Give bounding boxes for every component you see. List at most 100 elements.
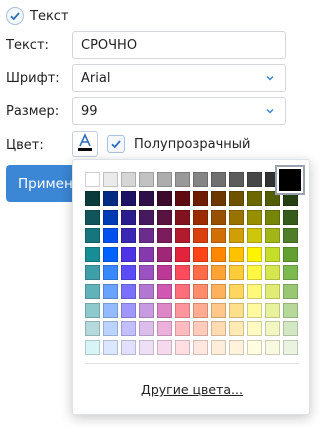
color-swatch[interactable] [175,246,190,262]
color-swatch[interactable] [175,284,190,299]
color-swatch[interactable] [85,339,100,355]
color-swatch[interactable] [193,265,208,281]
color-swatch[interactable] [229,302,244,318]
color-swatch[interactable] [157,284,172,299]
color-swatch[interactable] [85,191,100,206]
color-swatch[interactable] [103,172,118,187]
color-swatch[interactable] [229,172,244,187]
color-swatch[interactable] [139,302,154,318]
color-swatch[interactable] [157,228,172,244]
color-swatch[interactable] [247,209,262,225]
color-swatch[interactable] [121,228,136,244]
color-swatch[interactable] [85,284,100,299]
text-toggle[interactable]: Текст [6,7,69,25]
color-swatch[interactable] [139,339,154,355]
color-swatch[interactable] [175,172,190,187]
color-swatch[interactable] [103,191,118,206]
color-swatch[interactable] [121,284,136,299]
color-swatch[interactable] [157,246,172,262]
color-swatch[interactable] [229,284,244,299]
color-swatch[interactable] [121,302,136,318]
color-swatch[interactable] [247,321,262,337]
color-swatch[interactable] [229,246,244,262]
color-swatch[interactable] [211,284,226,299]
color-swatch[interactable] [211,302,226,318]
color-swatch[interactable] [247,265,262,281]
color-swatch[interactable] [229,191,244,206]
color-swatch[interactable] [103,302,118,318]
color-swatch[interactable] [85,321,100,337]
color-swatch[interactable] [157,209,172,225]
color-swatch[interactable] [211,191,226,206]
color-swatch[interactable] [139,172,154,187]
color-swatch[interactable] [247,302,262,318]
font-select[interactable]: Arial [72,64,286,92]
color-swatch[interactable] [229,228,244,244]
color-swatch[interactable] [121,265,136,281]
color-swatch[interactable] [265,302,280,318]
color-swatch[interactable] [175,209,190,225]
color-swatch[interactable] [211,172,226,187]
color-swatch[interactable] [193,284,208,299]
font-color-button[interactable] [72,131,98,157]
color-swatch[interactable] [265,209,280,225]
color-swatch[interactable] [211,209,226,225]
color-swatch[interactable] [139,246,154,262]
color-swatch[interactable] [193,246,208,262]
color-swatch[interactable] [283,265,298,281]
color-swatch[interactable] [103,246,118,262]
color-swatch[interactable] [85,302,100,318]
color-swatch[interactable] [175,265,190,281]
color-swatch[interactable] [103,321,118,337]
color-swatch[interactable] [121,172,136,187]
color-swatch[interactable] [103,284,118,299]
color-swatch[interactable] [85,228,100,244]
color-swatch[interactable] [283,339,298,355]
color-swatch[interactable] [265,339,280,355]
color-swatch[interactable] [121,339,136,355]
color-swatch[interactable] [139,265,154,281]
color-swatch[interactable] [283,284,298,299]
color-swatch[interactable] [193,209,208,225]
color-swatch[interactable] [157,172,172,187]
color-swatch[interactable] [193,302,208,318]
color-swatch[interactable] [103,339,118,355]
color-swatch[interactable] [193,339,208,355]
color-swatch[interactable] [265,284,280,299]
color-swatch[interactable] [247,191,262,206]
color-swatch[interactable] [211,339,226,355]
color-swatch[interactable] [121,321,136,337]
color-swatch[interactable] [265,265,280,281]
color-swatch[interactable] [247,172,262,187]
more-colors-link[interactable]: Другие цвета... [73,382,311,397]
color-swatch[interactable] [265,228,280,244]
color-swatch[interactable] [211,321,226,337]
color-swatch[interactable] [193,228,208,244]
color-swatch[interactable] [139,228,154,244]
color-swatch[interactable] [193,172,208,187]
color-swatch[interactable] [247,246,262,262]
size-select[interactable]: 99 [72,97,286,125]
color-swatch[interactable] [247,228,262,244]
selected-color-swatch[interactable] [275,165,305,195]
color-swatch[interactable] [139,284,154,299]
color-swatch[interactable] [283,321,298,337]
color-swatch[interactable] [157,321,172,337]
color-swatch[interactable] [265,321,280,337]
color-swatch[interactable] [247,339,262,355]
color-swatch[interactable] [103,209,118,225]
translucent-toggle[interactable]: Полупрозрачный [107,135,250,153]
color-swatch[interactable] [175,339,190,355]
color-swatch[interactable] [175,191,190,206]
color-swatch[interactable] [211,246,226,262]
color-swatch[interactable] [157,191,172,206]
color-swatch[interactable] [157,302,172,318]
text-input[interactable]: СРОЧНО [72,31,286,59]
color-swatch[interactable] [229,209,244,225]
color-swatch[interactable] [85,265,100,281]
color-swatch[interactable] [283,228,298,244]
color-swatch[interactable] [193,321,208,337]
color-swatch[interactable] [229,321,244,337]
color-swatch[interactable] [139,191,154,206]
color-swatch[interactable] [229,339,244,355]
